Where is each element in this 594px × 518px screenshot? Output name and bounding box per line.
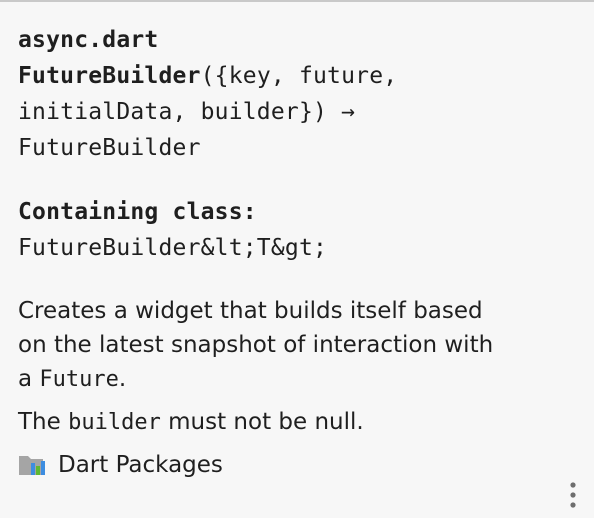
- source-file-name: async.dart: [18, 27, 159, 53]
- builder-code-ref: builder: [68, 410, 161, 435]
- description-paragraph-2: The builder must not be null.: [18, 405, 574, 440]
- library-folder-icon: [19, 456, 45, 475]
- library-footer: Dart Packages: [18, 448, 574, 482]
- signature-return-type: FutureBuilder: [18, 135, 201, 161]
- future-code-ref: Future: [39, 367, 119, 392]
- popup-top-border: [0, 0, 594, 2]
- description-line-3: a Future.: [18, 362, 574, 397]
- quick-documentation-popup: async.dart FutureBuilder({key, future, i…: [18, 22, 574, 482]
- paragraph-2-suffix: must not be null.: [160, 409, 364, 435]
- description: Creates a widget that builds itself base…: [18, 294, 574, 440]
- library-label: Dart Packages: [58, 452, 223, 478]
- description-line-3-suffix: .: [118, 366, 127, 392]
- signature-line-1: FutureBuilder({key, future,: [18, 58, 574, 94]
- containing-class-label: Containing class:: [18, 199, 257, 225]
- signature-params-1: ({key, future,: [200, 63, 398, 89]
- signature-params-2: initialData, builder}) →: [18, 99, 356, 125]
- description-line-1: Creates a widget that builds itself base…: [18, 298, 483, 324]
- containing-class-value: FutureBuilder&lt;T&gt;: [18, 235, 328, 261]
- signature-name: FutureBuilder: [18, 63, 201, 89]
- description-line-3-prefix: a: [18, 366, 40, 392]
- more-vertical-icon[interactable]: [567, 481, 579, 509]
- paragraph-2-prefix: The: [18, 409, 69, 435]
- signature: FutureBuilder({key, future, initialData,…: [18, 58, 574, 166]
- description-line-2: on the latest snapshot of interaction wi…: [18, 332, 494, 358]
